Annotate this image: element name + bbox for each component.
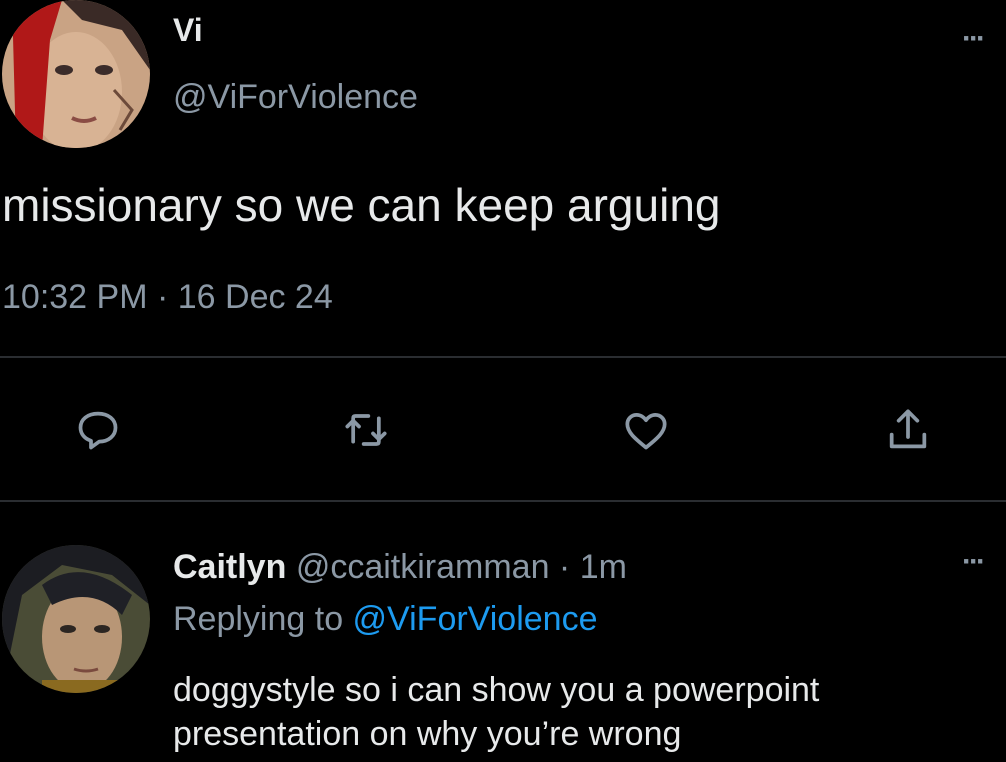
reply-time[interactable]: 1m: [580, 548, 627, 586]
share-upload-icon: [889, 409, 927, 449]
author-name[interactable]: Vi: [173, 12, 203, 49]
author-handle[interactable]: @ViForViolence: [173, 78, 418, 117]
caitlyn-avatar[interactable]: [2, 545, 150, 693]
speech-bubble-icon: [78, 411, 118, 450]
reply-button[interactable]: [68, 400, 128, 460]
vi-avatar[interactable]: [2, 0, 150, 148]
like-button[interactable]: [616, 400, 676, 460]
share-button[interactable]: [878, 400, 938, 460]
replying-to-line: Replying to @ViForViolence: [173, 600, 598, 639]
replying-prefix: Replying to: [173, 600, 353, 638]
divider: [0, 500, 1006, 502]
retweet-arrows-icon: [345, 414, 387, 446]
divider: [0, 356, 1006, 358]
retweet-button[interactable]: [336, 400, 396, 460]
replying-to-mention[interactable]: @ViForViolence: [353, 600, 598, 638]
reply-author-handle[interactable]: @ccaitkiramman: [296, 548, 550, 586]
more-options-icon[interactable]: ···: [962, 22, 986, 56]
separator-dot: ·: [549, 548, 580, 586]
tweet-timestamp[interactable]: 10:32 PM · 16 Dec 24: [2, 278, 333, 317]
reply-header: Caitlyn @ccaitkiramman · 1m: [173, 548, 627, 587]
more-options-icon[interactable]: ···: [962, 545, 986, 579]
reply-author-name[interactable]: Caitlyn: [173, 548, 286, 586]
reply-text: doggystyle so i can show you a powerpoin…: [173, 671, 820, 753]
tweet-text: missionary so we can keep arguing: [2, 179, 721, 231]
heart-icon: [625, 412, 667, 450]
